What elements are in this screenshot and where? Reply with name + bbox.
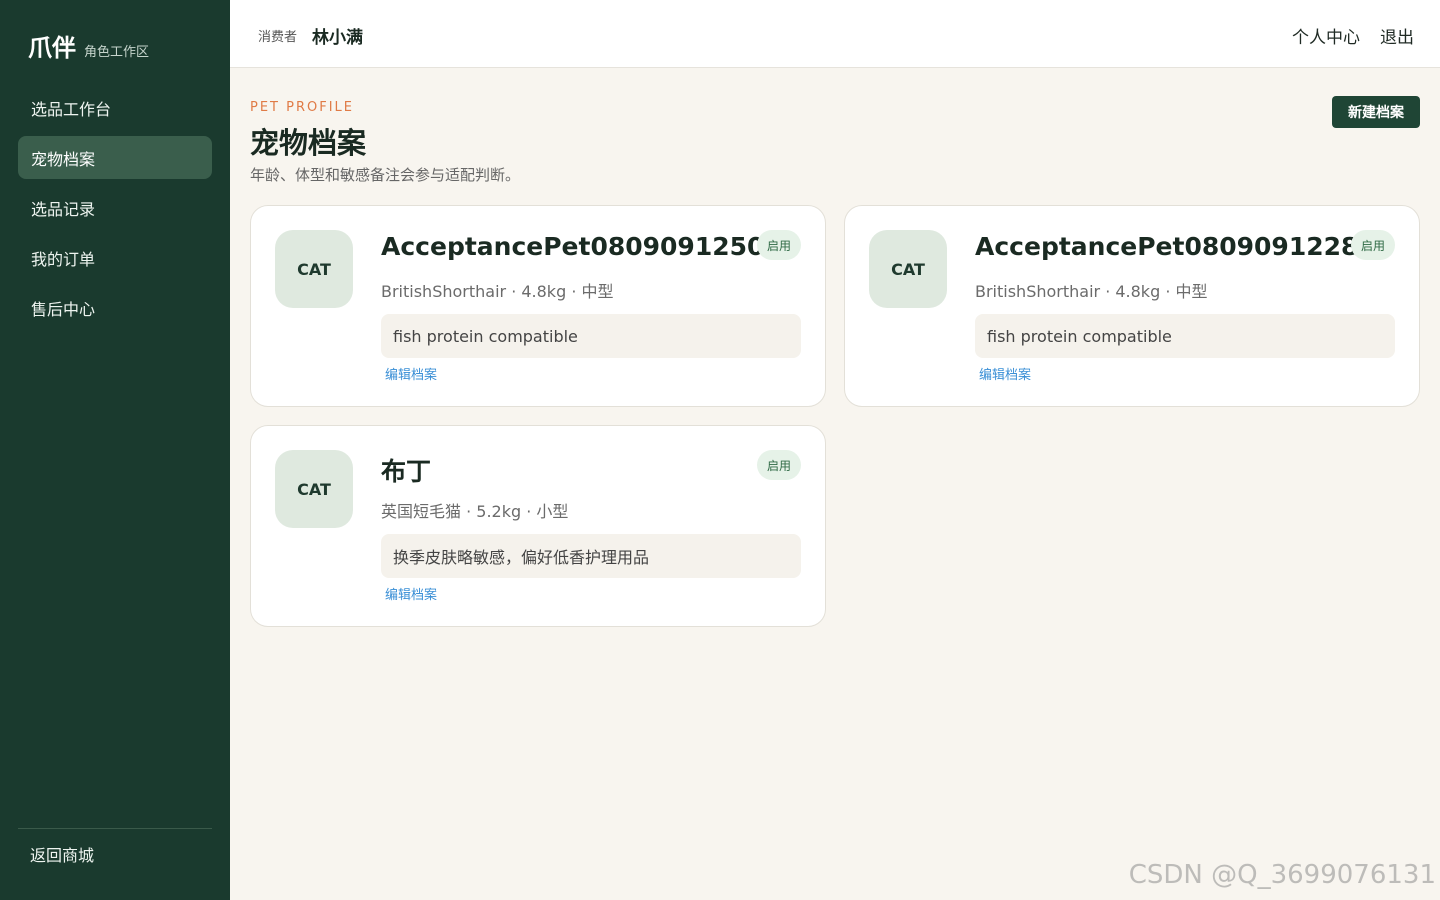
back-to-mall-link[interactable]: 返回商城 — [30, 842, 94, 866]
edit-profile-link[interactable]: 编辑档案 — [979, 364, 1031, 383]
pet-card: CAT AcceptancePet0809091250 启用 BritishSh… — [250, 205, 826, 407]
status-badge: 启用 — [1351, 230, 1395, 260]
pet-note: fish protein compatible — [381, 314, 801, 358]
sidebar-nav: 选品工作台 宠物档案 选品记录 我的订单 售后中心 — [18, 86, 212, 336]
brand: 爪伴 角色工作区 — [28, 28, 149, 63]
pet-name: AcceptancePet0809091250 — [381, 232, 765, 261]
edit-profile-link[interactable]: 编辑档案 — [385, 584, 437, 603]
sidebar-item-selection-records[interactable]: 选品记录 — [18, 186, 212, 229]
pet-meta: 英国短毛猫 · 5.2kg · 小型 — [381, 502, 569, 521]
page-description: 年龄、体型和敏感备注会参与适配判断。 — [250, 166, 521, 184]
pet-meta: BritishShorthair · 4.8kg · 中型 — [381, 282, 614, 301]
pet-note: 换季皮肤略敏感，偏好低香护理用品 — [381, 534, 801, 578]
pet-avatar: CAT — [275, 450, 353, 528]
pet-card: CAT AcceptancePet0809091228 启用 BritishSh… — [844, 205, 1420, 407]
pet-card-grid: CAT AcceptancePet0809091250 启用 BritishSh… — [250, 205, 1420, 627]
watermark: CSDN @Q_3699076131 — [1128, 860, 1436, 890]
status-badge: 启用 — [757, 230, 801, 260]
sidebar: 爪伴 角色工作区 选品工作台 宠物档案 选品记录 我的订单 售后中心 返回商城 — [0, 0, 230, 900]
pet-note: fish protein compatible — [975, 314, 1395, 358]
pet-avatar: CAT — [869, 230, 947, 308]
topbar: 消费者 林小满 个人中心 退出 — [230, 0, 1440, 68]
new-profile-button[interactable]: 新建档案 — [1332, 96, 1420, 128]
brand-subtitle: 角色工作区 — [84, 45, 150, 60]
sidebar-item-workbench[interactable]: 选品工作台 — [18, 86, 212, 129]
profile-center-link[interactable]: 个人中心 — [1292, 23, 1360, 48]
edit-profile-link[interactable]: 编辑档案 — [385, 364, 437, 383]
role-label: 消费者 — [258, 30, 298, 45]
user-name: 林小满 — [312, 28, 363, 48]
sidebar-divider — [18, 828, 212, 829]
sidebar-item-after-sales[interactable]: 售后中心 — [18, 286, 212, 329]
page-title: 宠物档案 — [250, 126, 367, 160]
pet-meta: BritishShorthair · 4.8kg · 中型 — [975, 282, 1208, 301]
page-eyebrow: PET PROFILE — [250, 100, 354, 115]
status-badge: 启用 — [757, 450, 801, 480]
sidebar-item-pet-profiles[interactable]: 宠物档案 — [18, 136, 212, 179]
pet-name: 布丁 — [381, 457, 432, 486]
brand-logo-text: 爪伴 — [28, 34, 76, 62]
pet-name: AcceptancePet0809091228 — [975, 232, 1359, 261]
top-links: 个人中心 退出 — [1292, 23, 1414, 48]
pet-avatar: CAT — [275, 230, 353, 308]
pet-card: CAT 布丁 启用 英国短毛猫 · 5.2kg · 小型 换季皮肤略敏感，偏好低… — [250, 425, 826, 627]
sidebar-item-my-orders[interactable]: 我的订单 — [18, 236, 212, 279]
logout-link[interactable]: 退出 — [1380, 23, 1414, 48]
